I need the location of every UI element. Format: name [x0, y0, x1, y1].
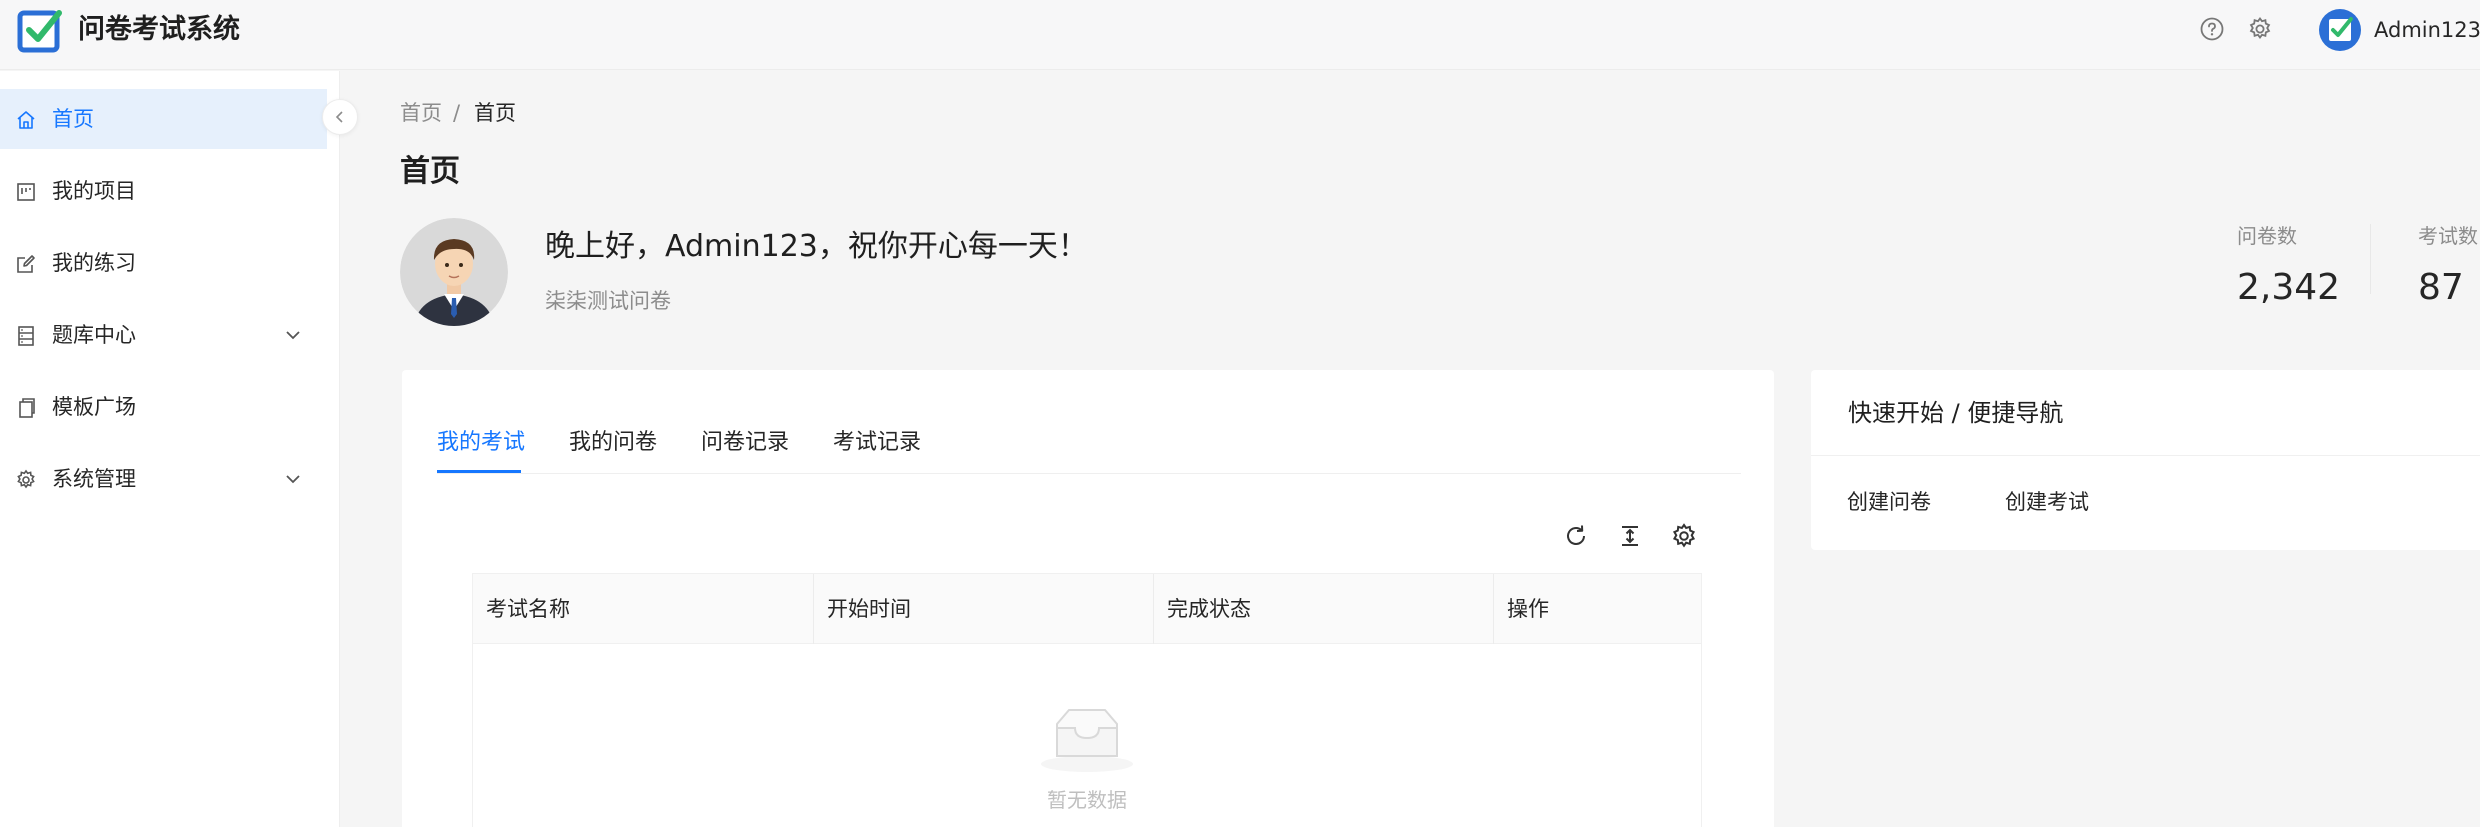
sidebar-item-home[interactable]: 首页: [0, 89, 327, 149]
database-icon: [18, 326, 34, 346]
tab-divider: [437, 473, 1741, 474]
breadcrumb-current: 首页: [474, 101, 516, 125]
breadcrumb-root[interactable]: 首页: [400, 100, 442, 126]
tab-questionnaire-records[interactable]: 问卷记录: [701, 430, 789, 456]
user-avatar-large: [400, 218, 508, 326]
sidebar-item-label: 我的项目: [52, 179, 136, 203]
sidebar-collapse-button[interactable]: [322, 99, 358, 135]
chevron-down-icon: [286, 475, 300, 484]
empty-inbox-icon: [1041, 709, 1133, 772]
sidebar-item-label: 我的练习: [52, 251, 136, 275]
stat-questionnaires-value: 2,342: [2237, 267, 2341, 308]
gear-icon: [17, 469, 35, 489]
reload-icon[interactable]: [1562, 522, 1590, 550]
tab-exam-records[interactable]: 考试记录: [833, 430, 921, 456]
app-title: 问卷考试系统: [78, 14, 240, 45]
tab-active-indicator: [437, 470, 521, 473]
column-height-icon[interactable]: [1616, 522, 1644, 550]
create-exam-link[interactable]: 创建考试: [2005, 489, 2089, 515]
quick-nav-divider: [1811, 455, 2480, 456]
sidebar-item-projects[interactable]: 我的项目: [0, 161, 327, 221]
sidebar-item-label: 题库中心: [52, 323, 136, 347]
sidebar-item-templates[interactable]: 模板广场: [0, 377, 327, 437]
welcome-greeting: 晚上好，Admin123，祝你开心每一天！: [545, 229, 1088, 264]
empty-state-text: 暂无数据: [1047, 788, 1127, 812]
home-icon: [17, 111, 35, 129]
stat-questionnaires-label: 问卷数: [2237, 224, 2297, 248]
template-icon: [19, 398, 35, 418]
user-avatar[interactable]: [2318, 8, 2362, 52]
column-status[interactable]: 完成状态: [1153, 574, 1493, 644]
table-settings-icon[interactable]: [1670, 522, 1698, 550]
tab-my-questionnaires[interactable]: 我的问卷: [569, 430, 657, 456]
project-icon: [17, 183, 35, 201]
top-header: 问卷考试系统 Admin123: [0, 0, 2480, 70]
stat-exams-value: 87: [2418, 267, 2464, 308]
stat-exams-label: 考试数: [2418, 224, 2478, 248]
sidebar-item-label: 首页: [52, 107, 94, 131]
edit-icon: [17, 255, 35, 273]
column-exam-name[interactable]: 考试名称: [473, 574, 813, 644]
column-actions[interactable]: 操作: [1493, 574, 1701, 644]
sidebar-item-label: 系统管理: [52, 467, 136, 491]
table-header: 考试名称 开始时间 完成状态 操作: [473, 574, 1701, 644]
sidebar-item-label: 模板广场: [52, 395, 136, 419]
breadcrumb-separator: /: [453, 101, 461, 125]
stat-divider: [2370, 224, 2371, 294]
sidebar-item-practice[interactable]: 我的练习: [0, 233, 327, 293]
column-start-time[interactable]: 开始时间: [813, 574, 1153, 644]
sidebar-item-system[interactable]: 系统管理: [0, 449, 327, 509]
quick-nav-card: [1811, 370, 2480, 550]
create-questionnaire-link[interactable]: 创建问卷: [1847, 489, 1931, 515]
exam-table: 考试名称 开始时间 完成状态 操作 暂无数据: [472, 573, 1702, 827]
app-logo-icon: [17, 10, 62, 53]
chevron-left-icon: [335, 111, 343, 123]
page-title: 首页: [400, 154, 460, 189]
settings-gear-icon[interactable]: [2247, 16, 2273, 42]
user-name[interactable]: Admin123: [2374, 17, 2480, 43]
chevron-down-icon: [286, 331, 300, 340]
tab-my-exams[interactable]: 我的考试: [437, 430, 525, 456]
welcome-subtitle: 柒柒测试问卷: [545, 289, 671, 313]
sidebar-item-question-bank[interactable]: 题库中心: [0, 305, 327, 365]
quick-nav-title: 快速开始 / 便捷导航: [1848, 399, 2064, 427]
help-icon[interactable]: [2199, 16, 2225, 42]
sidebar: 首页 我的项目 我的练习 题库中心 模板广场 系统管理: [0, 71, 340, 827]
